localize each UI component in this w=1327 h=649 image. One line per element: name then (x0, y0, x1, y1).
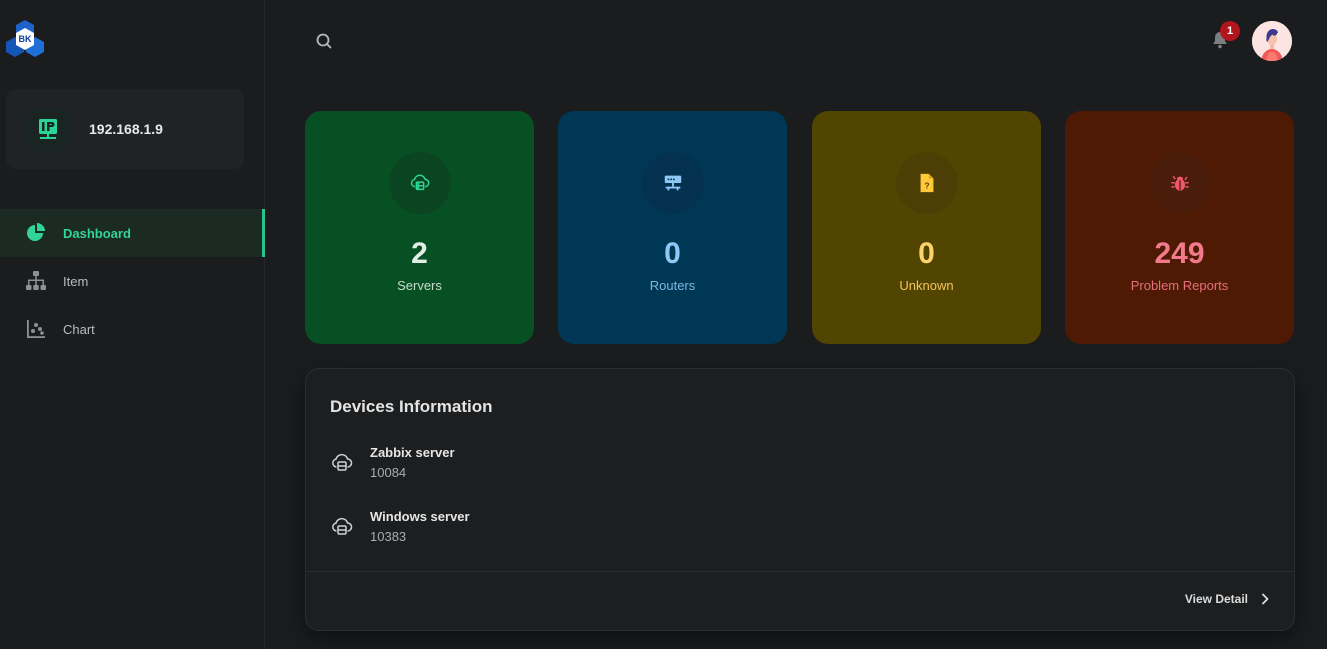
devices-panel-title: Devices Information (330, 397, 493, 416)
nav-item-item[interactable]: Item (0, 257, 265, 305)
divider (306, 571, 1294, 572)
search-icon[interactable] (313, 30, 335, 52)
device-id: 10383 (370, 529, 407, 544)
stat-value-servers: 2 (411, 237, 428, 270)
ip-address: 192.168.1.9 (89, 121, 163, 137)
stat-value-routers: 0 (664, 237, 681, 270)
logo-text: BK (19, 34, 32, 44)
user-avatar[interactable] (1252, 21, 1292, 61)
stat-card-problem-reports[interactable]: 249 Problem Reports (1065, 111, 1294, 344)
stat-card-servers[interactable]: 2 Servers (305, 111, 534, 344)
device-id: 10084 (370, 465, 407, 480)
stat-label-servers: Servers (397, 278, 442, 293)
sidebar: BK 192.168.1.9 Dashboard Item Chart (0, 0, 265, 649)
nav-item-chart[interactable]: Chart (0, 305, 265, 353)
scatter-chart-icon (24, 317, 48, 341)
bug-icon (1148, 152, 1211, 214)
cloud-server-icon (330, 515, 354, 539)
stat-label-routers: Routers (649, 278, 696, 293)
ip-network-icon (24, 105, 72, 153)
device-name: Zabbix server (370, 445, 455, 460)
router-icon (641, 152, 704, 214)
nav-label-chart: Chart (63, 321, 95, 337)
stat-card-unknown[interactable]: ? 0 Unknown (812, 111, 1041, 344)
chevron-right-icon (1262, 593, 1269, 605)
nav-item-dashboard[interactable]: Dashboard (0, 209, 265, 257)
device-name: Windows server (370, 509, 470, 524)
stat-label-unknown: Unknown (899, 278, 954, 293)
ip-card: 192.168.1.9 (6, 89, 244, 169)
unknown-file-icon: ? (895, 152, 958, 214)
device-row[interactable]: Windows server 10383 (330, 509, 630, 553)
hexagon-logo-icon[interactable]: BK (4, 18, 46, 60)
svg-text:?: ? (924, 182, 929, 191)
main-nav: Dashboard Item Chart (0, 209, 265, 353)
view-detail-link[interactable]: View Detail (1185, 592, 1272, 606)
nav-label-item: Item (63, 273, 89, 289)
pie-chart-icon (24, 221, 48, 245)
stat-card-routers[interactable]: 0 Routers (558, 111, 787, 344)
stat-value-unknown: 0 (918, 237, 935, 270)
sitemap-icon (24, 269, 48, 293)
cloud-server-icon (330, 451, 354, 475)
stat-label-problem-reports: Problem Reports (1130, 278, 1229, 293)
view-detail-label: View Detail (1184, 592, 1248, 606)
stat-value-problem-reports: 249 (1154, 237, 1205, 270)
devices-panel: Devices Information Zabbix server 10084 … (305, 368, 1295, 631)
notification-badge: 1 (1220, 21, 1240, 41)
cloud-server-icon (388, 152, 451, 214)
device-row[interactable]: Zabbix server 10084 (330, 445, 630, 489)
nav-label-dashboard: Dashboard (63, 225, 131, 241)
